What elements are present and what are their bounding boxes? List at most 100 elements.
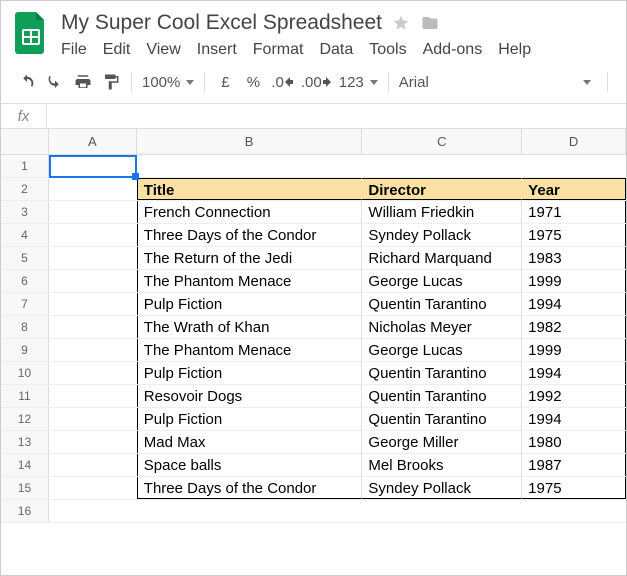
currency-button[interactable]: £: [215, 71, 235, 93]
print-icon[interactable]: [73, 71, 93, 93]
menu-insert[interactable]: Insert: [197, 41, 237, 59]
formula-input[interactable]: [47, 104, 626, 128]
cell[interactable]: [49, 316, 137, 338]
cell-director[interactable]: Richard Marquand: [362, 247, 522, 269]
row-header[interactable]: 7: [1, 293, 49, 315]
cell[interactable]: [49, 454, 137, 476]
row-header[interactable]: 16: [1, 500, 49, 522]
cell-title[interactable]: French Connection: [137, 201, 363, 223]
cell-year[interactable]: 1994: [522, 362, 626, 384]
cell-year[interactable]: 1975: [522, 224, 626, 246]
cell-title[interactable]: The Phantom Menace: [137, 339, 363, 361]
cell-year[interactable]: 1980: [522, 431, 626, 453]
cell-year[interactable]: 1992: [522, 385, 626, 407]
cell-director[interactable]: George Lucas: [362, 339, 522, 361]
cell-title[interactable]: Resovoir Dogs: [137, 385, 363, 407]
cell[interactable]: [49, 247, 137, 269]
cell-year[interactable]: 1975: [522, 477, 626, 499]
cell[interactable]: [49, 477, 137, 499]
cell[interactable]: [522, 155, 626, 177]
cell-director[interactable]: George Lucas: [362, 270, 522, 292]
cell-director[interactable]: William Friedkin: [362, 201, 522, 223]
cell[interactable]: [49, 431, 137, 453]
row-header[interactable]: 3: [1, 201, 49, 223]
table-header-year[interactable]: Year: [522, 178, 626, 200]
cell-director[interactable]: Nicholas Meyer: [362, 316, 522, 338]
star-icon[interactable]: [392, 14, 410, 32]
number-format-dropdown[interactable]: 123: [339, 74, 378, 91]
cell[interactable]: [49, 201, 137, 223]
cell-year[interactable]: 1999: [522, 339, 626, 361]
cell[interactable]: [49, 362, 137, 384]
cell-year[interactable]: 1982: [522, 316, 626, 338]
cell-title[interactable]: Pulp Fiction: [137, 408, 363, 430]
undo-icon[interactable]: [17, 71, 37, 93]
cell-director[interactable]: Quentin Tarantino: [362, 362, 522, 384]
row-header[interactable]: 15: [1, 477, 49, 499]
row-header[interactable]: 14: [1, 454, 49, 476]
cell-year[interactable]: 1983: [522, 247, 626, 269]
cell-year[interactable]: 1994: [522, 293, 626, 315]
row-header[interactable]: 8: [1, 316, 49, 338]
percent-button[interactable]: %: [243, 71, 263, 93]
menu-data[interactable]: Data: [319, 41, 353, 59]
row-header[interactable]: 11: [1, 385, 49, 407]
row-header[interactable]: 4: [1, 224, 49, 246]
menu-format[interactable]: Format: [253, 41, 304, 59]
cell-director[interactable]: Quentin Tarantino: [362, 408, 522, 430]
cell-year[interactable]: 1971: [522, 201, 626, 223]
cell-director[interactable]: Quentin Tarantino: [362, 385, 522, 407]
cell[interactable]: [49, 224, 137, 246]
cell-year[interactable]: 1999: [522, 270, 626, 292]
decrease-decimal-button[interactable]: .0: [271, 71, 293, 93]
cell-title[interactable]: Pulp Fiction: [137, 362, 363, 384]
fx-icon[interactable]: fx: [1, 104, 47, 128]
font-dropdown[interactable]: Arial: [399, 74, 479, 91]
menu-view[interactable]: View: [146, 41, 180, 59]
cell-director[interactable]: Syndey Pollack: [362, 477, 522, 499]
row-header[interactable]: 10: [1, 362, 49, 384]
menu-addons[interactable]: Add-ons: [423, 41, 483, 59]
cell[interactable]: [522, 500, 626, 522]
row-header[interactable]: 1: [1, 155, 49, 177]
cell-year[interactable]: 1987: [522, 454, 626, 476]
cell-title[interactable]: Three Days of the Condor: [137, 224, 363, 246]
column-header-C[interactable]: C: [362, 129, 522, 154]
zoom-dropdown[interactable]: 100%: [142, 74, 194, 91]
cell-title[interactable]: The Phantom Menace: [137, 270, 363, 292]
cell-title[interactable]: The Return of the Jedi: [137, 247, 363, 269]
table-header-title[interactable]: Title: [137, 178, 363, 200]
row-header[interactable]: 9: [1, 339, 49, 361]
row-header[interactable]: 2: [1, 178, 49, 200]
cell-title[interactable]: Mad Max: [137, 431, 363, 453]
row-header[interactable]: 12: [1, 408, 49, 430]
cell-director[interactable]: Syndey Pollack: [362, 224, 522, 246]
column-header-D[interactable]: D: [522, 129, 626, 154]
table-header-director[interactable]: Director: [362, 178, 522, 200]
cell[interactable]: [49, 270, 137, 292]
cell-title[interactable]: Pulp Fiction: [137, 293, 363, 315]
cell-director[interactable]: Mel Brooks: [362, 454, 522, 476]
row-header[interactable]: 6: [1, 270, 49, 292]
menu-help[interactable]: Help: [498, 41, 531, 59]
cell[interactable]: [362, 500, 522, 522]
increase-decimal-button[interactable]: .00: [301, 71, 331, 93]
cell[interactable]: [49, 500, 137, 522]
cell[interactable]: [137, 500, 363, 522]
cell[interactable]: [49, 293, 137, 315]
document-title[interactable]: My Super Cool Excel Spreadsheet: [61, 11, 382, 35]
cell[interactable]: [49, 339, 137, 361]
spreadsheet-grid[interactable]: A B C D 12TitleDirectorYear3French Conne…: [1, 129, 626, 523]
redo-icon[interactable]: [45, 71, 65, 93]
cell[interactable]: [362, 155, 522, 177]
cell[interactable]: [49, 178, 137, 200]
column-header-A[interactable]: A: [49, 129, 137, 154]
select-all-corner[interactable]: [1, 129, 49, 154]
cell[interactable]: [49, 408, 137, 430]
row-header[interactable]: 5: [1, 247, 49, 269]
cell-director[interactable]: George Miller: [362, 431, 522, 453]
folder-icon[interactable]: [420, 14, 440, 32]
cell[interactable]: [49, 385, 137, 407]
menu-edit[interactable]: Edit: [103, 41, 131, 59]
menu-tools[interactable]: Tools: [369, 41, 406, 59]
